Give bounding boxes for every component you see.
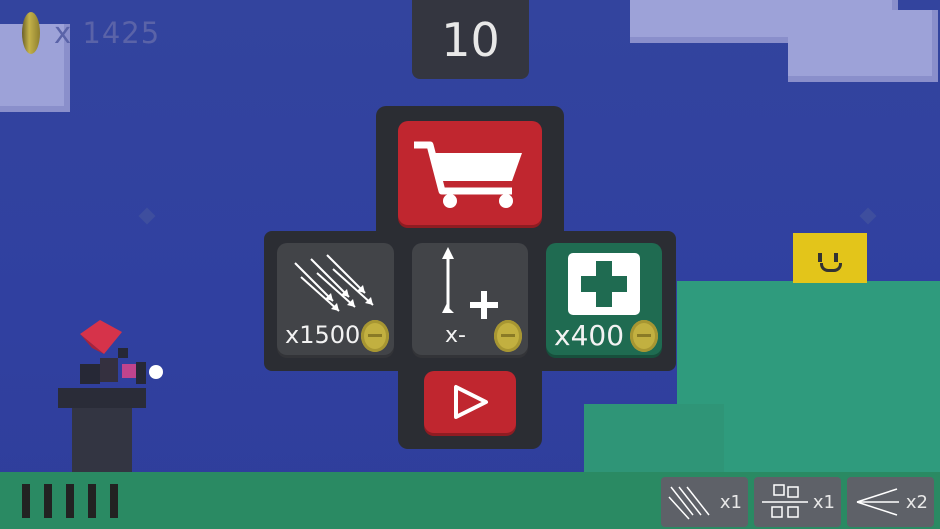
item-price: x400 bbox=[554, 319, 625, 352]
multi-arrows-icon bbox=[668, 486, 710, 520]
lives-indicator bbox=[22, 484, 118, 518]
life-bar bbox=[66, 484, 74, 518]
split-target-icon bbox=[762, 484, 808, 518]
cloud bbox=[788, 10, 938, 82]
coin-icon bbox=[630, 320, 658, 352]
life-bar bbox=[88, 484, 96, 518]
shopping-cart-icon bbox=[414, 141, 522, 208]
eye bbox=[834, 253, 838, 262]
score-value: 10 bbox=[441, 12, 500, 67]
mouth bbox=[820, 263, 842, 272]
powerup-split-target[interactable]: x1 bbox=[754, 477, 841, 527]
sparkle bbox=[138, 207, 156, 225]
player-character bbox=[80, 320, 163, 384]
powerup-bar: x1 x1 x2 bbox=[661, 477, 934, 527]
item-multi-arrow[interactable]: x1500 bbox=[277, 243, 394, 355]
coin-counter: x 1425 bbox=[22, 12, 160, 54]
score-display: 10 bbox=[412, 0, 529, 79]
coin-icon bbox=[494, 320, 522, 352]
medkit-icon bbox=[568, 253, 640, 315]
play-button[interactable] bbox=[424, 371, 516, 433]
coin-icon bbox=[22, 12, 40, 54]
powerup-count: x2 bbox=[905, 491, 928, 513]
item-arrow-speed[interactable]: x- bbox=[412, 243, 528, 355]
coin-icon bbox=[361, 320, 389, 352]
life-bar bbox=[110, 484, 118, 518]
spread-arrow-icon bbox=[856, 488, 899, 516]
enemy-smiley bbox=[793, 233, 867, 283]
item-price: x1500 bbox=[285, 321, 361, 349]
play-icon bbox=[454, 385, 488, 419]
powerup-count: x1 bbox=[812, 491, 835, 513]
coin-count: x 1425 bbox=[54, 16, 161, 50]
item-price: x- bbox=[445, 323, 466, 348]
life-bar bbox=[22, 484, 30, 518]
sparkle bbox=[859, 207, 877, 225]
life-bar bbox=[44, 484, 52, 518]
game-scene: x 1425 10 x1500 x- x400 x1 x1 x2 bbox=[0, 0, 940, 529]
powerup-count: x1 bbox=[719, 491, 742, 513]
tower bbox=[72, 404, 132, 472]
powerup-multi-arrows[interactable]: x1 bbox=[661, 477, 748, 527]
item-health[interactable]: x400 bbox=[546, 243, 662, 355]
multi-arrows-icon bbox=[294, 254, 374, 312]
powerup-spread-arrow[interactable]: x2 bbox=[847, 477, 934, 527]
eye bbox=[818, 253, 822, 262]
arrow-plus-icon bbox=[442, 247, 498, 319]
shop-button[interactable] bbox=[398, 121, 542, 225]
